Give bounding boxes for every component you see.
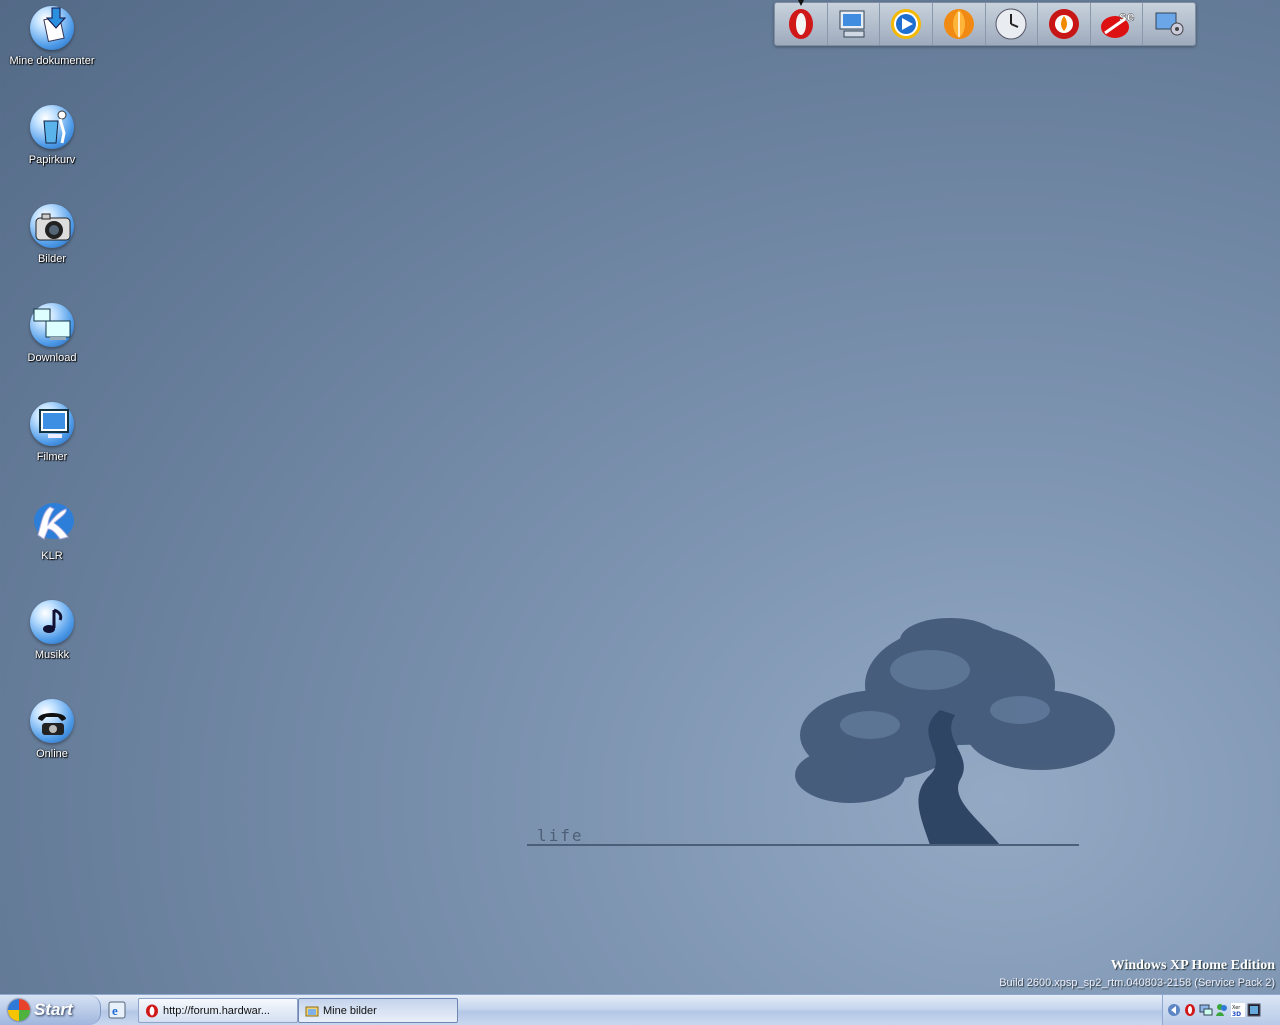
folder-icon [305, 1006, 319, 1016]
documents-icon [28, 4, 76, 52]
tray-expand-arrow-icon[interactable] [1167, 1003, 1181, 1017]
sandisk-icon: se [1100, 8, 1135, 38]
edition-watermark: Windows XP Home Edition [1110, 958, 1275, 973]
wallpaper-caption: life [537, 826, 584, 845]
desktop-icon-bilder[interactable]: Bilder [2, 202, 102, 265]
monitor-icon [28, 400, 76, 448]
telephone-icon [28, 697, 76, 745]
desktop-icon-online[interactable]: Online [2, 697, 102, 760]
dock-burner[interactable] [1038, 3, 1091, 45]
dock-clock[interactable] [986, 3, 1039, 45]
msn-messenger-tray-icon[interactable] [1215, 1003, 1229, 1017]
clock-icon [995, 8, 1027, 40]
opera-icon [788, 9, 813, 39]
dock-opera[interactable] [775, 0, 828, 45]
task-opera-forum[interactable]: http://forum.hardwar... [138, 998, 298, 1023]
dock-sandisk[interactable]: se [1091, 3, 1144, 45]
task-mine-bilder[interactable]: Mine bilder [298, 998, 458, 1023]
dock-settings[interactable] [1143, 3, 1195, 45]
desktop-icon-label: KLR [41, 550, 63, 562]
ground-line [527, 844, 1079, 846]
desktop-icon-download[interactable]: Download [2, 301, 102, 364]
desktop-icon-label: Papirkurv [28, 154, 76, 166]
desktop-icon-label: Bilder [37, 253, 67, 265]
desktop-icon-filmer[interactable]: Filmer [2, 400, 102, 463]
network-tray-icon[interactable] [1199, 1003, 1213, 1017]
my-computer-icon [839, 10, 865, 38]
download-icon [28, 301, 76, 349]
task-label: Mine bilder [323, 1004, 377, 1017]
media-player-icon [891, 9, 922, 39]
svg-text:e: e [112, 1003, 118, 1018]
klr-icon [28, 499, 76, 547]
xfire-tray-icon[interactable]: Xer3D [1231, 1003, 1245, 1017]
display-tray-icon[interactable] [1247, 1003, 1261, 1017]
system-tray: Xer 3D [1162, 995, 1280, 1025]
dock-vlc[interactable] [933, 3, 986, 45]
opera-icon [146, 1004, 158, 1017]
dock-pointer-icon [797, 0, 804, 6]
top-dock: se [774, 0, 1196, 46]
dock-media-player[interactable] [880, 3, 933, 45]
settings-icon [1155, 12, 1184, 36]
desktop-icon-klr[interactable]: KLR [2, 499, 102, 562]
desktop-icon-label: Mine dokumenter [9, 55, 95, 67]
desktop-icon-musikk[interactable]: Musikk [2, 598, 102, 661]
desktop-icon-label: Filmer [36, 451, 68, 463]
recycle-bin-icon [28, 103, 76, 151]
windows-logo-icon [8, 999, 30, 1021]
taskbar: Start e http://forum.hardwar... Mine bil… [0, 994, 1280, 1025]
dock-my-computer[interactable] [828, 3, 881, 45]
bonsai-tree-image [795, 618, 1115, 845]
vlc-cone-icon [943, 9, 974, 39]
desktop-icon-label: Musikk [34, 649, 70, 661]
burner-icon [1048, 9, 1079, 39]
start-button[interactable]: Start [0, 995, 101, 1025]
opera-tray-icon[interactable] [1183, 1003, 1197, 1017]
desktop-icon-papirkurv[interactable]: Papirkurv [2, 103, 102, 166]
internet-explorer-icon[interactable]: e [108, 1001, 126, 1019]
desktop-icon-label: Download [27, 352, 77, 364]
start-label: Start [34, 1000, 73, 1019]
svg-text:3D: 3D [1232, 1011, 1241, 1017]
build-watermark: Build 2600.xpsp_sp2_rtm.040803-2158 (Ser… [999, 977, 1275, 989]
camera-icon [28, 202, 76, 250]
desktop-icon-label: Online [36, 748, 68, 760]
task-label: http://forum.hardwar... [163, 1004, 270, 1017]
desktop-icon-mine-dokumenter[interactable]: Mine dokumenter [2, 4, 102, 67]
music-note-icon [28, 598, 76, 646]
